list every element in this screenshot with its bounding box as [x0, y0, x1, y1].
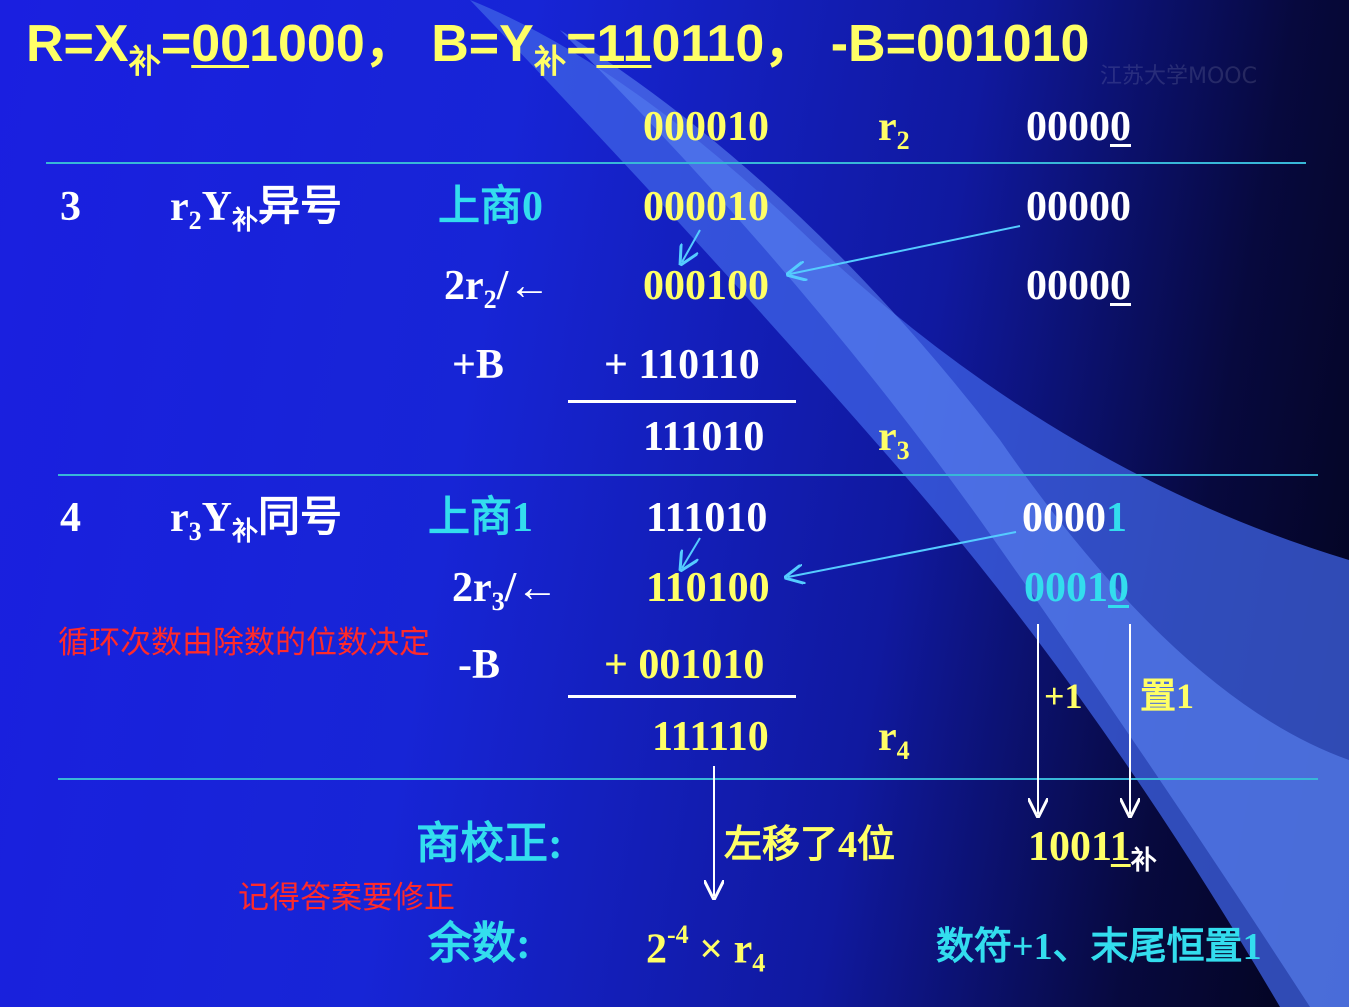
step3-quotient2: 00000 [1026, 263, 1131, 309]
step3-action: 上商0 [438, 184, 544, 230]
step3-result: 111010 [643, 414, 765, 460]
r2-label: r2 [878, 104, 910, 156]
remainder-formula: 2-4 × r4 [646, 920, 766, 978]
header-line: R=X补=001000， B=Y补=110110， -B=001010 [26, 18, 1089, 78]
r2-value: 000010 [643, 104, 769, 150]
step3-add-value: + 110110 [604, 342, 760, 388]
header-b-sub: 补 [533, 43, 567, 80]
remainder-label: 余数: [428, 919, 531, 968]
step4-number: 4 [60, 495, 81, 541]
step4-quotient2: 00010 [1024, 565, 1129, 611]
step4-op: -B [458, 642, 500, 688]
note-remember-correct: 记得答案要修正 [238, 880, 455, 916]
step3-op: +B [452, 342, 504, 388]
header-b-label: B=Y [431, 15, 534, 73]
step4-quotient1: 00001 [1022, 495, 1127, 541]
header-r-label: R=X [26, 15, 129, 73]
step4-result: 111110 [652, 714, 769, 760]
header-b-eq: = [566, 15, 597, 73]
step4-value1: 111010 [646, 495, 768, 541]
step3-shift-label: 2r2/← [444, 263, 551, 315]
step3-condition: r2Y补异号 [170, 184, 343, 236]
step4-add-value: + 001010 [604, 642, 765, 688]
step4-condition: r3Y补同号 [170, 495, 343, 547]
correction-label: 商校正: [416, 819, 563, 868]
step4-sum-line [568, 695, 796, 698]
header-r-sign-bits: 00 [191, 15, 250, 73]
step4-value2: 110100 [646, 565, 770, 611]
set1-label: 置1 [1140, 676, 1195, 716]
plus1-label: +1 [1044, 676, 1083, 716]
corrected-quotient: 10011补 [1028, 824, 1157, 876]
divider-1 [46, 162, 1306, 164]
step4-result-label: r4 [878, 714, 910, 766]
step3-value2: 000100 [643, 263, 769, 309]
step4-shift-label: 2r3/← [452, 565, 559, 617]
header-negb: -B=001010 [830, 15, 1090, 73]
step3-value1: 000010 [643, 184, 769, 230]
header-r-eq: = [160, 15, 192, 73]
header-r-rest: 1000， [249, 15, 417, 73]
header-r-sub: 补 [128, 43, 161, 80]
shift-note: 左移了4位 [724, 824, 896, 866]
note-loop-count: 循环次数由除数的位数决定 [58, 625, 430, 661]
step3-number: 3 [60, 184, 81, 230]
step4-action: 上商1 [428, 495, 534, 541]
r2-quotient: 00000 [1026, 104, 1131, 150]
divider-2 [58, 474, 1318, 476]
step3-result-label: r3 [878, 414, 910, 466]
step3-sum-line [568, 400, 796, 403]
divider-3 [58, 778, 1318, 780]
step3-quotient1: 00000 [1026, 184, 1131, 230]
header-b-rest: 0110， [651, 15, 817, 73]
header-b-sign-bits: 11 [596, 15, 652, 73]
watermark-logo: 江苏大学MOOC [1100, 64, 1257, 89]
remainder-note: 数符+1、末尾恒置1 [936, 926, 1262, 968]
